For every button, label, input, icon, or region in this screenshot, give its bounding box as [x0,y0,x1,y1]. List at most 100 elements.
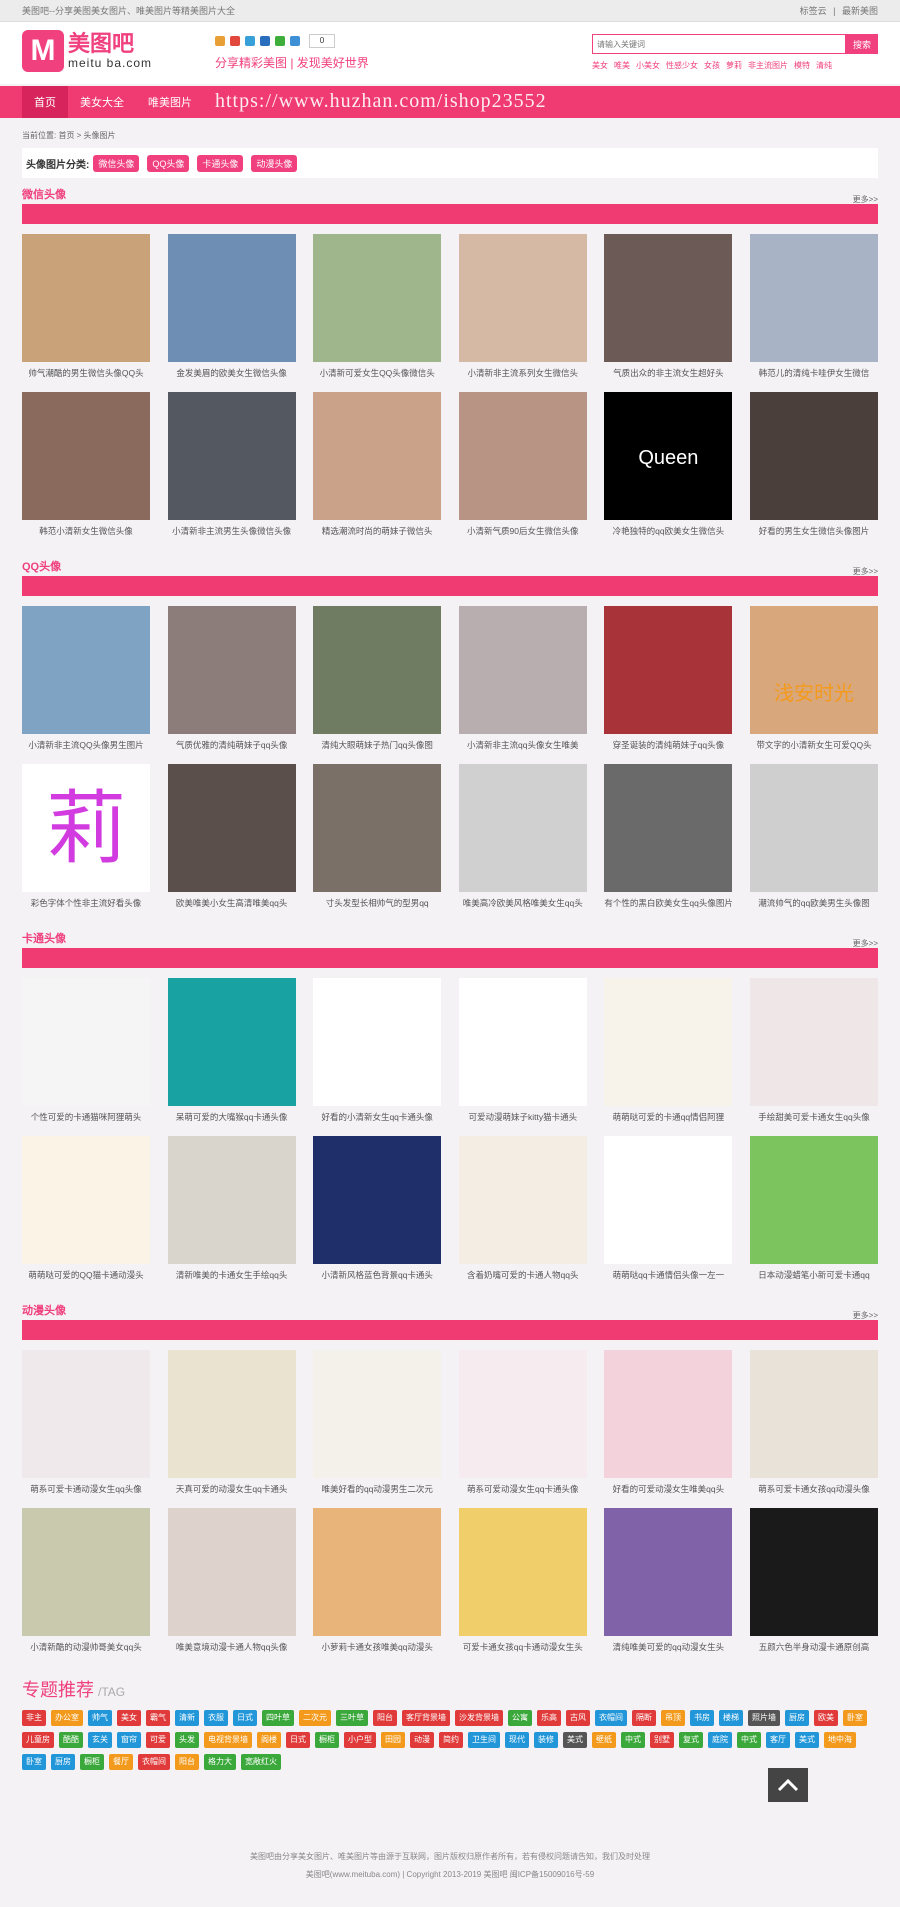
topic-tag[interactable]: 照片墙 [748,1710,780,1726]
image-card[interactable]: 寸头发型长相帅气的型男qq [313,764,442,922]
image-caption[interactable]: 手绘甜美可爱卡通女生qq头像 [750,1112,878,1122]
topic-tag[interactable]: 霸气 [146,1710,170,1726]
topic-tag[interactable]: 四叶草 [262,1710,294,1726]
avatar-thumbnail[interactable] [458,392,587,520]
topic-tag[interactable]: 宽敞红火 [241,1754,281,1770]
image-card[interactable]: 小清新非主流系列女生微信头 [458,234,587,392]
avatar-thumbnail[interactable] [313,1350,442,1478]
topic-tag[interactable]: 古风 [566,1710,590,1726]
image-card[interactable]: 萌萌哒可爱的QQ猫卡通动漫头 [22,1136,150,1294]
image-card[interactable]: 含着奶嘴可爱的卡通人物qq头 [458,1136,587,1294]
avatar-thumbnail[interactable] [604,764,733,892]
hot-word[interactable]: 模特 [794,61,810,70]
topic-tag[interactable]: 日式 [233,1710,257,1726]
category-anime[interactable]: 动漫头像 [251,154,298,172]
image-caption[interactable]: 气质优雅的清纯萌妹子qq头像 [168,740,296,750]
avatar-thumbnail[interactable] [749,978,878,1106]
image-card[interactable]: 小清新可爱女生QQ头像微信头 [313,234,442,392]
avatar-thumbnail[interactable] [22,978,150,1106]
image-caption[interactable]: 小清新酷的动漫帅哥美女qq头 [22,1642,150,1652]
image-caption[interactable]: 日本动漫蜡笔小新可爱卡通qq [750,1270,878,1280]
topic-tag[interactable]: 橱柜 [315,1732,339,1748]
tweibo-icon[interactable] [245,36,255,46]
hot-word[interactable]: 非主流图片 [748,61,788,70]
avatar-thumbnail[interactable] [167,764,296,892]
avatar-thumbnail[interactable] [313,606,442,734]
image-card[interactable]: 萌系可爱卡通动漫女生qq头像 [22,1350,150,1508]
image-card[interactable]: 小清新非主流QQ头像男生图片 [22,606,150,764]
avatar-thumbnail[interactable] [604,1350,733,1478]
image-card[interactable]: 天真可爱的动漫女生qq卡通头 [167,1350,296,1508]
avatar-thumbnail[interactable] [749,234,878,362]
image-caption[interactable]: 小清新非主流QQ头像男生图片 [22,740,150,750]
topic-tag[interactable]: 客厅背景墙 [402,1710,450,1726]
topic-tag[interactable]: 复式 [679,1732,703,1748]
image-card[interactable]: 唯美高冷欧美风格唯美女生qq头 [458,764,587,922]
image-card[interactable]: 小清新非主流qq头像女生唯美 [458,606,587,764]
avatar-thumbnail[interactable] [313,234,442,362]
avatar-thumbnail[interactable] [22,1136,150,1264]
avatar-thumbnail[interactable] [313,1508,442,1636]
image-caption[interactable]: 可爱动漫萌妹子kitty猫卡通头 [459,1112,587,1122]
topic-tag[interactable]: 装修 [534,1732,558,1748]
avatar-thumbnail[interactable] [604,978,733,1106]
more-link[interactable]: 更多>> [853,1310,878,1321]
image-card[interactable]: 气质出众的非主流女生超好头 [604,234,733,392]
image-caption[interactable]: 清纯大眼萌妹子热门qq头像图 [313,740,441,750]
image-caption[interactable]: 清纯唯美可爱的qq动漫女生头 [604,1642,732,1652]
topic-tag[interactable]: 卧室 [22,1754,46,1770]
image-card[interactable]: 小清新酷的动漫帅哥美女qq头 [22,1508,150,1666]
more-link[interactable]: 更多>> [853,938,878,949]
avatar-thumbnail[interactable] [749,1508,878,1636]
image-card[interactable]: 好看的男生女生微信头像图片 [749,392,878,550]
avatar-thumbnail[interactable] [458,764,587,892]
image-caption[interactable]: 小清新非主流qq头像女生唯美 [459,740,587,750]
hot-word[interactable]: 清纯 [816,61,832,70]
avatar-thumbnail[interactable] [749,1350,878,1478]
nav-item-home[interactable]: 首页 [22,86,68,118]
image-caption[interactable]: 五颜六色半身动漫卡通原创高 [750,1642,878,1652]
avatar-thumbnail[interactable] [313,1136,442,1264]
image-caption[interactable]: 小清新气质90后女生微信头像 [459,526,587,536]
image-caption[interactable]: 唯美高冷欧美风格唯美女生qq头 [459,898,587,908]
topic-tag[interactable]: 办公室 [51,1710,83,1726]
topic-tag[interactable]: 卫生间 [468,1732,500,1748]
image-caption[interactable]: 清新唯美的卡通女生手绘qq头 [168,1270,296,1280]
image-caption[interactable]: 欧美唯美小女生高清唯美qq头 [168,898,296,908]
image-caption[interactable]: 萌萌哒qq卡通情侣头像一左一 [604,1270,732,1280]
topic-tag[interactable]: 厨房 [51,1754,75,1770]
image-card[interactable]: Queen 冷艳独特的qq欧美女生微信头 [604,392,733,550]
image-caption[interactable]: 冷艳独特的qq欧美女生微信头 [604,526,732,536]
search-button[interactable]: 搜索 [846,34,878,54]
wechat-icon[interactable] [275,36,285,46]
image-card[interactable]: 小清新气质90后女生微信头像 [458,392,587,550]
image-caption[interactable]: 有个性的黑白欧美女生qq头像图片 [604,898,732,908]
image-caption[interactable]: 萌萌哒可爱的QQ猫卡通动漫头 [22,1270,150,1280]
image-card[interactable]: 唯美意境动漫卡通人物qq头像 [167,1508,296,1666]
image-card[interactable]: 唯美好看的qq动漫男生二次元 [313,1350,442,1508]
image-caption[interactable]: 韩范儿的清纯卡哇伊女生微信 [750,368,878,378]
image-card[interactable]: 气质优雅的清纯萌妹子qq头像 [167,606,296,764]
hot-word[interactable]: 美女 [592,61,608,70]
back-to-top-button[interactable] [768,1768,808,1802]
avatar-thumbnail[interactable] [458,1350,587,1478]
image-caption[interactable]: 穿圣诞装的清纯萌妹子qq头像 [604,740,732,750]
image-caption[interactable]: 好看的小清新女生qq卡通头像 [313,1112,441,1122]
image-card[interactable]: 手绘甜美可爱卡通女生qq头像 [749,978,878,1136]
topic-tag[interactable]: 格力大 [204,1754,236,1770]
image-card[interactable]: 小清新非主流男生头像微信头像 [167,392,296,550]
image-caption[interactable]: 好看的可爱动漫女生唯美qq头 [604,1484,732,1494]
topic-tag[interactable]: 橱柜 [80,1754,104,1770]
image-caption[interactable]: 含着奶嘴可爱的卡通人物qq头 [459,1270,587,1280]
image-card[interactable]: 清纯唯美可爱的qq动漫女生头 [604,1508,733,1666]
topic-tag[interactable]: 二次元 [299,1710,331,1726]
topic-tag[interactable]: 阳台 [175,1754,199,1770]
image-caption[interactable]: 带文字的小清新女生可爱QQ头 [750,740,878,750]
weibo-icon[interactable] [230,36,240,46]
image-card[interactable]: 韩范儿的清纯卡哇伊女生微信 [749,234,878,392]
topic-tag[interactable]: 书房 [690,1710,714,1726]
image-caption[interactable]: 帅气潮酷的男生微信头像QQ头 [22,368,150,378]
image-card[interactable]: 欧美唯美小女生高清唯美qq头 [167,764,296,922]
topic-tag[interactable]: 阳台 [373,1710,397,1726]
topic-tag[interactable]: 可爱 [146,1732,170,1748]
